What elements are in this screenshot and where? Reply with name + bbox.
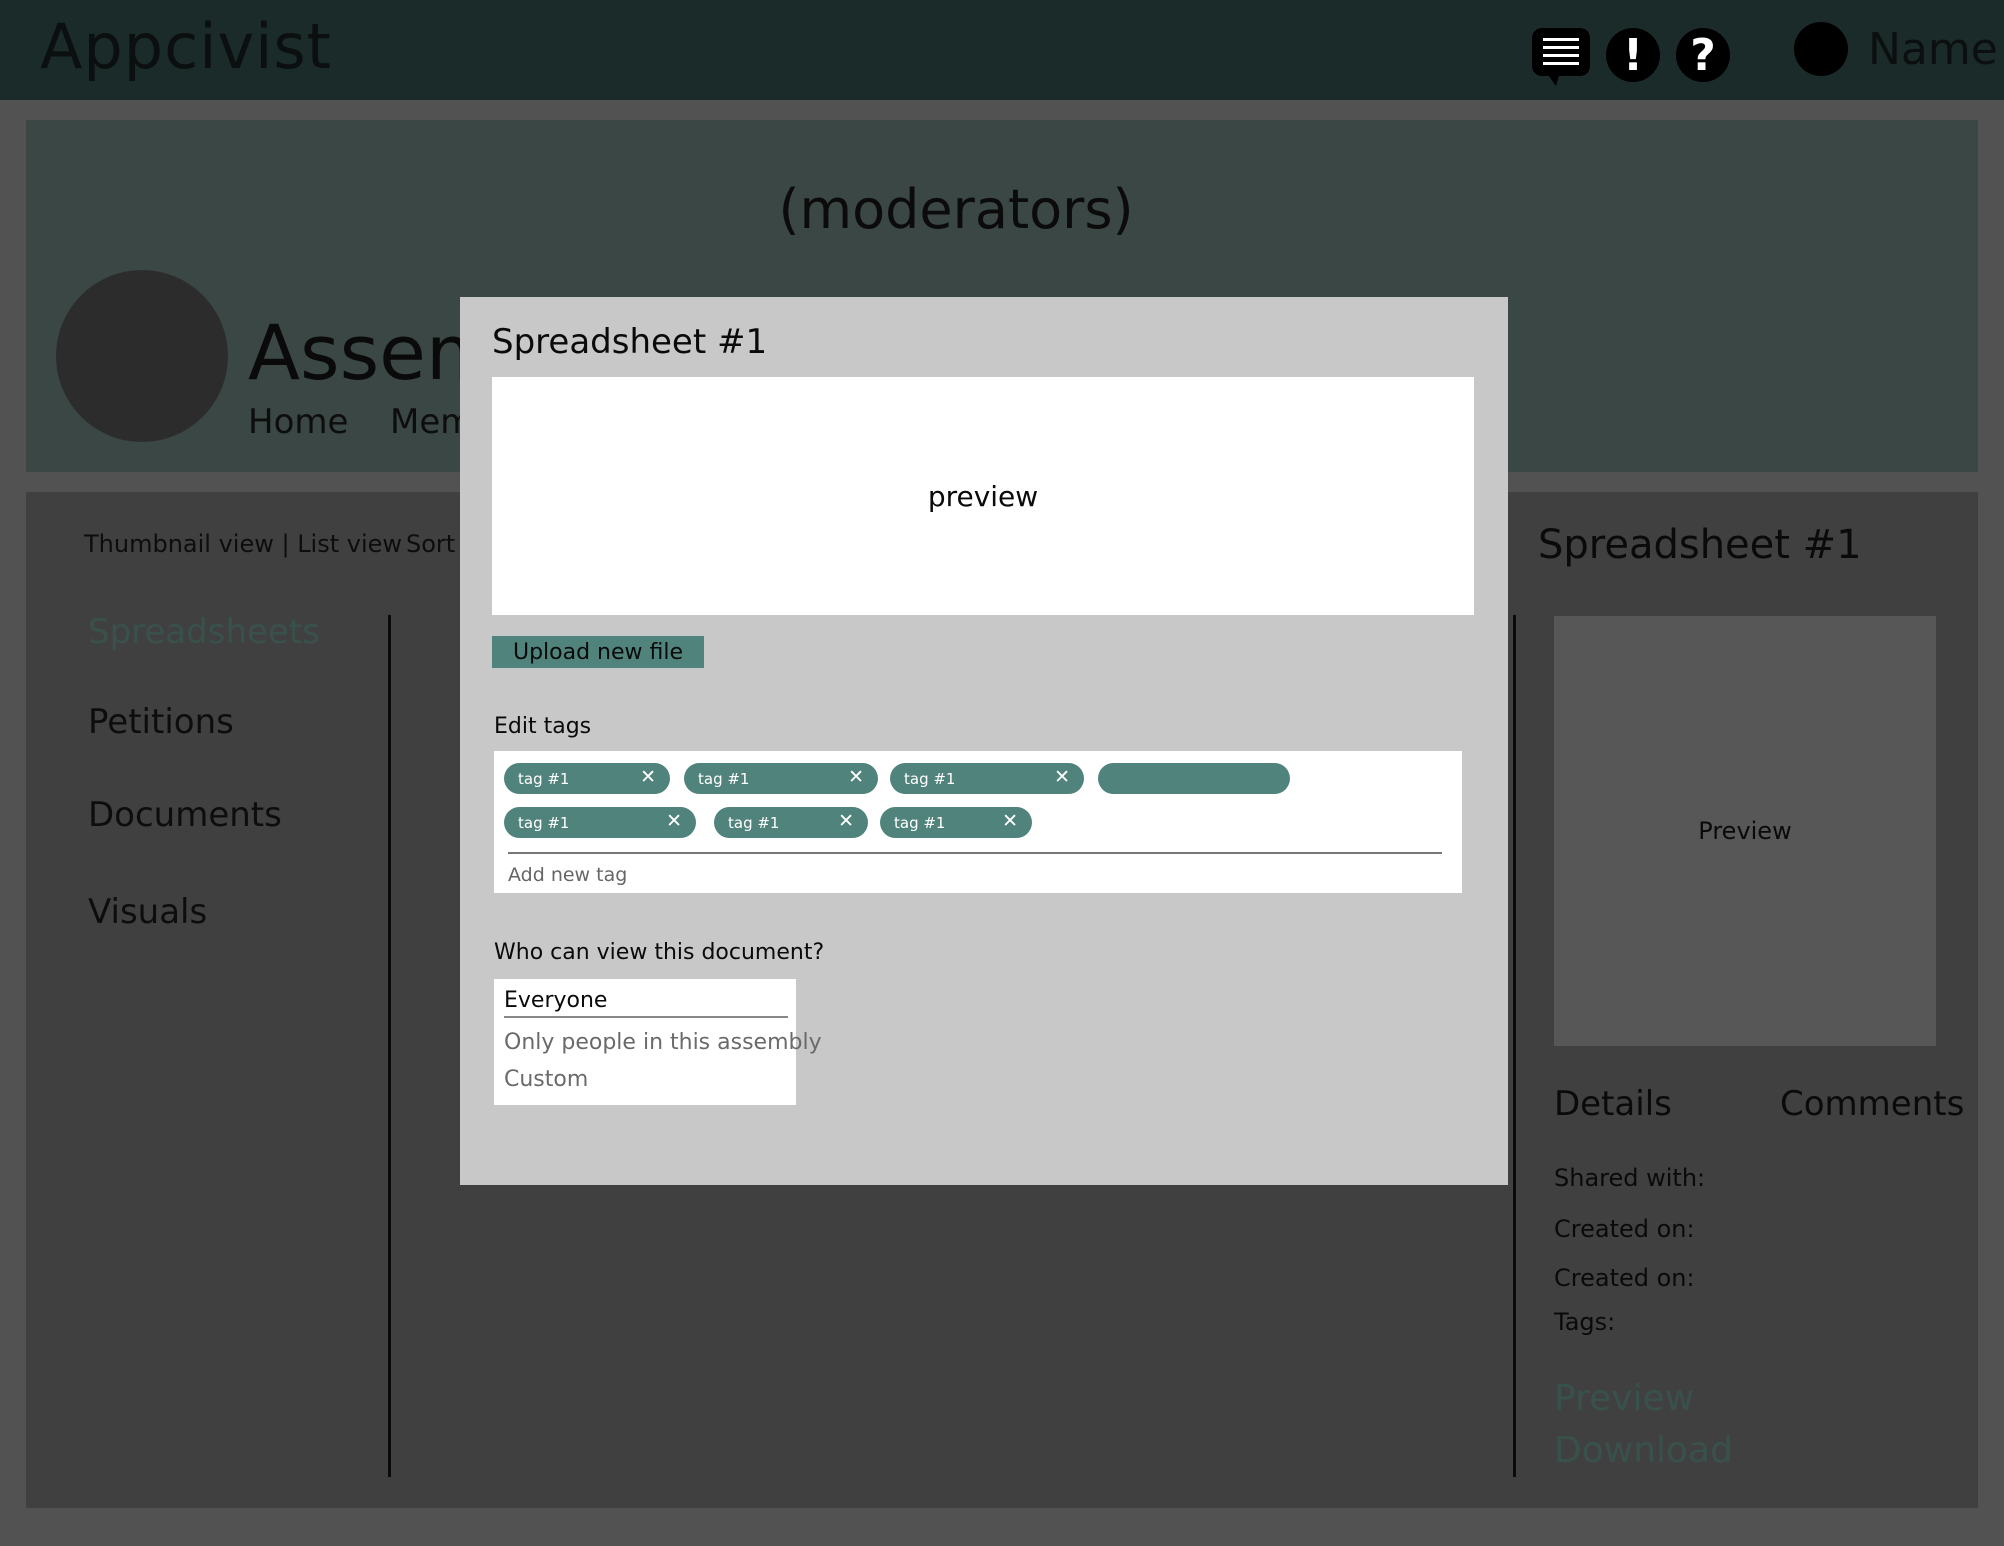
tag-label: tag #1: [904, 769, 956, 788]
assembly-avatar: [56, 270, 228, 442]
visibility-option-assembly[interactable]: Only people in this assembly: [504, 1030, 822, 1055]
close-icon[interactable]: ✕: [838, 810, 854, 832]
sidebar-item-visuals[interactable]: Visuals: [88, 892, 207, 932]
visibility-label: Who can view this document?: [494, 940, 825, 965]
modal-preview-label: preview: [927, 479, 1039, 513]
chat-icon[interactable]: [1532, 28, 1590, 86]
modal-preview: preview: [492, 377, 1474, 615]
alert-icon[interactable]: !: [1606, 28, 1660, 82]
download-link[interactable]: Download: [1554, 1430, 1733, 1471]
upload-new-file-button[interactable]: Upload new file: [492, 636, 704, 668]
detail-preview-label: Preview: [1698, 817, 1792, 845]
app-title[interactable]: Appcivist: [40, 10, 332, 83]
sidebar-item-spreadsheets[interactable]: Spreadsheets: [88, 612, 320, 652]
close-icon[interactable]: ✕: [640, 766, 656, 788]
moderators-banner: (moderators): [778, 178, 1134, 241]
detail-preview[interactable]: Preview: [1554, 616, 1936, 1046]
left-divider: [388, 615, 391, 1477]
visibility-divider: [504, 1016, 788, 1018]
preview-link[interactable]: Preview: [1554, 1378, 1694, 1419]
tab-details[interactable]: Details: [1554, 1084, 1672, 1124]
visibility-option-custom[interactable]: Custom: [504, 1067, 588, 1092]
detail-title: Spreadsheet #1: [1538, 522, 1862, 568]
tag-chip[interactable]: tag #1 ✕: [890, 763, 1084, 794]
tag-chip[interactable]: tag #1 ✕: [714, 807, 868, 838]
tag-chip[interactable]: tag #1 ✕: [684, 763, 878, 794]
help-icon[interactable]: ?: [1676, 28, 1730, 82]
close-icon[interactable]: ✕: [1054, 766, 1070, 788]
tag-label: tag #1: [518, 813, 570, 832]
tag-label: tag #1: [728, 813, 780, 832]
add-tag-input[interactable]: [508, 862, 1108, 888]
close-icon[interactable]: ✕: [1002, 810, 1018, 832]
visibility-option-everyone[interactable]: Everyone: [504, 988, 607, 1013]
meta-shared-with: Shared with:: [1554, 1164, 1706, 1192]
tag-divider: [508, 852, 1442, 854]
sidebar-item-documents[interactable]: Documents: [88, 795, 282, 835]
close-icon[interactable]: ✕: [666, 810, 682, 832]
tag-chip-empty[interactable]: [1098, 763, 1290, 794]
meta-tags: Tags:: [1554, 1308, 1616, 1336]
meta-created-on: Created on:: [1554, 1215, 1695, 1243]
sidebar-item-petitions[interactable]: Petitions: [88, 702, 234, 742]
tag-label: tag #1: [698, 769, 750, 788]
modal-title: Spreadsheet #1: [492, 322, 768, 362]
view-toggle[interactable]: Thumbnail view | List view: [84, 530, 402, 558]
nav-tab-home[interactable]: Home: [248, 402, 348, 442]
tag-chip[interactable]: tag #1 ✕: [504, 763, 670, 794]
tag-label: tag #1: [518, 769, 570, 788]
edit-tags-label: Edit tags: [494, 714, 592, 739]
user-name[interactable]: Name: [1868, 24, 1998, 75]
tag-chip[interactable]: tag #1 ✕: [504, 807, 696, 838]
tab-comments[interactable]: Comments: [1780, 1084, 1964, 1124]
tag-chip[interactable]: tag #1 ✕: [880, 807, 1032, 838]
tag-label: tag #1: [894, 813, 946, 832]
meta-created-on-2: Created on:: [1554, 1264, 1695, 1292]
user-avatar[interactable]: [1794, 22, 1848, 76]
close-icon[interactable]: ✕: [848, 766, 864, 788]
right-divider: [1513, 615, 1516, 1477]
